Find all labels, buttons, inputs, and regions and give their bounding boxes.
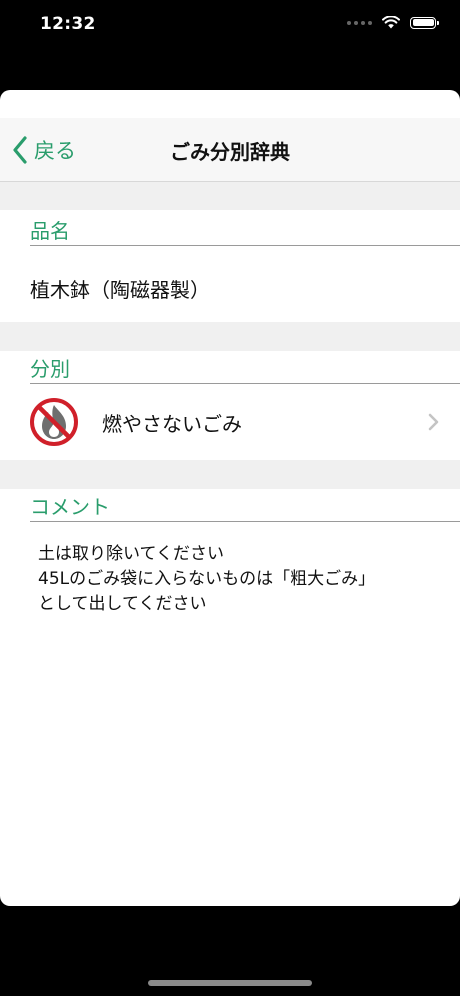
home-indicator[interactable] — [148, 980, 312, 986]
item-name-value: 植木鉢（陶磁器製） — [30, 278, 210, 302]
comment-line: 土は取り除いてください — [38, 544, 224, 564]
category-label: 燃やさないごみ — [102, 412, 242, 436]
section-gap — [0, 182, 460, 210]
status-icons — [347, 16, 439, 29]
section-gap — [0, 322, 460, 351]
category-row[interactable]: 燃やさないごみ — [0, 384, 460, 460]
non-burnable-icon — [30, 398, 78, 446]
detail-sheet: 戻る ごみ分別辞典 品名 植木鉢（陶磁器製） 分別 燃やさないごみ コメント 土… — [0, 90, 460, 906]
status-bar: 12:32 — [0, 0, 460, 50]
status-time: 12:32 — [40, 14, 96, 34]
section-gap — [0, 460, 460, 489]
battery-icon — [410, 16, 439, 29]
page-title: ごみ分別辞典 — [170, 140, 290, 164]
comment-header: コメント — [30, 486, 460, 522]
comment-line: 45Lのごみ袋に入らないものは「粗大ごみ」 — [38, 569, 376, 589]
comment-line: として出してください — [38, 594, 207, 614]
category-header: 分別 — [30, 348, 460, 384]
navigation-bar: 戻る ごみ分別辞典 — [0, 118, 460, 182]
wifi-icon — [382, 16, 400, 29]
signal-icon — [347, 20, 372, 25]
item-name-header: 品名 — [30, 210, 460, 246]
chevron-right-icon — [428, 413, 439, 431]
